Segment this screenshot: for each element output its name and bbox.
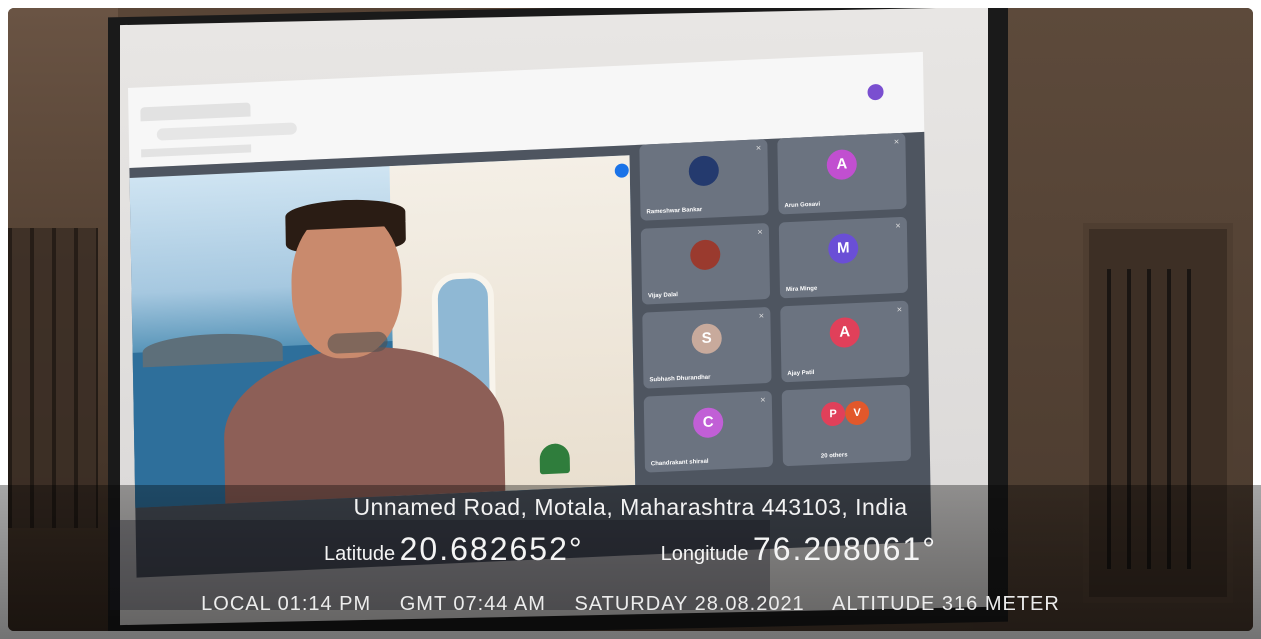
- participant-tile[interactable]: ✕ Rameshwar Bankar: [639, 138, 769, 221]
- bookmarks-bar: [141, 144, 252, 158]
- participant-tile[interactable]: ✕ Vijay Dalal: [640, 222, 771, 305]
- island-background: [142, 331, 283, 368]
- latitude-value: 20.682652°: [399, 531, 584, 567]
- participant-tile[interactable]: C ✕ Chandrakant shirsal: [643, 390, 774, 473]
- participant-tile[interactable]: M ✕ Mira Minge: [778, 216, 909, 299]
- participant-name: Vijay Dalal: [647, 292, 678, 300]
- participant-avatar: M: [828, 232, 859, 265]
- address-bar[interactable]: [156, 122, 297, 141]
- mic-muted-icon: ✕: [755, 145, 762, 153]
- mic-muted-icon: ✕: [758, 313, 765, 321]
- others-avatar-p: P: [820, 401, 846, 427]
- participant-name: Mira Minge: [785, 285, 818, 294]
- participant-avatar: [688, 155, 720, 187]
- geotag-time-line: LOCAL 01:14 PM GMT 07:44 AM SATURDAY 28.…: [0, 593, 1261, 616]
- browser-tab[interactable]: [140, 102, 251, 122]
- mic-muted-icon: ✕: [893, 139, 900, 147]
- others-avatars: PV: [820, 400, 871, 428]
- participant-tile[interactable]: S ✕ Subhash Dhurandhar: [642, 306, 772, 389]
- tile-hover-controls[interactable]: [327, 331, 388, 354]
- longitude-label: Longitude: [660, 543, 749, 565]
- local-time: LOCAL 01:14 PM: [201, 593, 372, 615]
- mic-muted-icon: ✕: [756, 229, 763, 237]
- latitude-label: Latitude: [324, 543, 396, 565]
- longitude-value: 76.208061°: [752, 531, 937, 567]
- speaker-hair-top: [285, 197, 406, 231]
- participant-avatar: C: [692, 407, 724, 439]
- participant-avatar: A: [826, 148, 858, 181]
- others-tile[interactable]: PV 20 others: [781, 384, 912, 467]
- participant-name: Ajay Patil: [787, 369, 815, 378]
- participant-name: Chandrakant shirsal: [650, 458, 709, 468]
- participant-avatar: A: [829, 316, 860, 349]
- participant-avatar: S: [691, 323, 723, 355]
- participant-tile[interactable]: A ✕ Arun Gosavi: [777, 132, 907, 215]
- participant-grid: ✕ Rameshwar Bankar A ✕ Arun Gosavi ✕ Vij…: [639, 132, 925, 484]
- plant-pot: [539, 443, 571, 475]
- participant-avatar: [690, 239, 721, 271]
- participant-name: Subhash Dhurandhar: [649, 374, 711, 384]
- main-video-tile[interactable]: [129, 155, 636, 508]
- left-window-grille: [8, 228, 98, 528]
- geotag-address: Unnamed Road, Motala, Maharashtra 443103…: [353, 494, 908, 520]
- others-count: 20 others: [820, 452, 848, 460]
- day-date: SATURDAY 28.08.2021: [574, 593, 805, 615]
- mic-muted-icon: ✕: [759, 397, 766, 405]
- participant-name: Arun Gosavi: [784, 201, 821, 210]
- participant-tile[interactable]: A ✕ Ajay Patil: [780, 300, 910, 383]
- others-avatar-v: V: [844, 400, 870, 426]
- mic-muted-icon: ✕: [894, 222, 901, 231]
- gmt-time: GMT 07:44 AM: [399, 593, 546, 615]
- profile-avatar-icon[interactable]: [867, 83, 884, 101]
- participant-name: Rameshwar Bankar: [646, 206, 703, 216]
- altitude: ALTITUDE 316 METER: [832, 593, 1060, 615]
- geotag-coordinates: Latitude 20.682652° Longitude 76.208061°: [0, 531, 1261, 568]
- mic-muted-icon: ✕: [896, 306, 903, 315]
